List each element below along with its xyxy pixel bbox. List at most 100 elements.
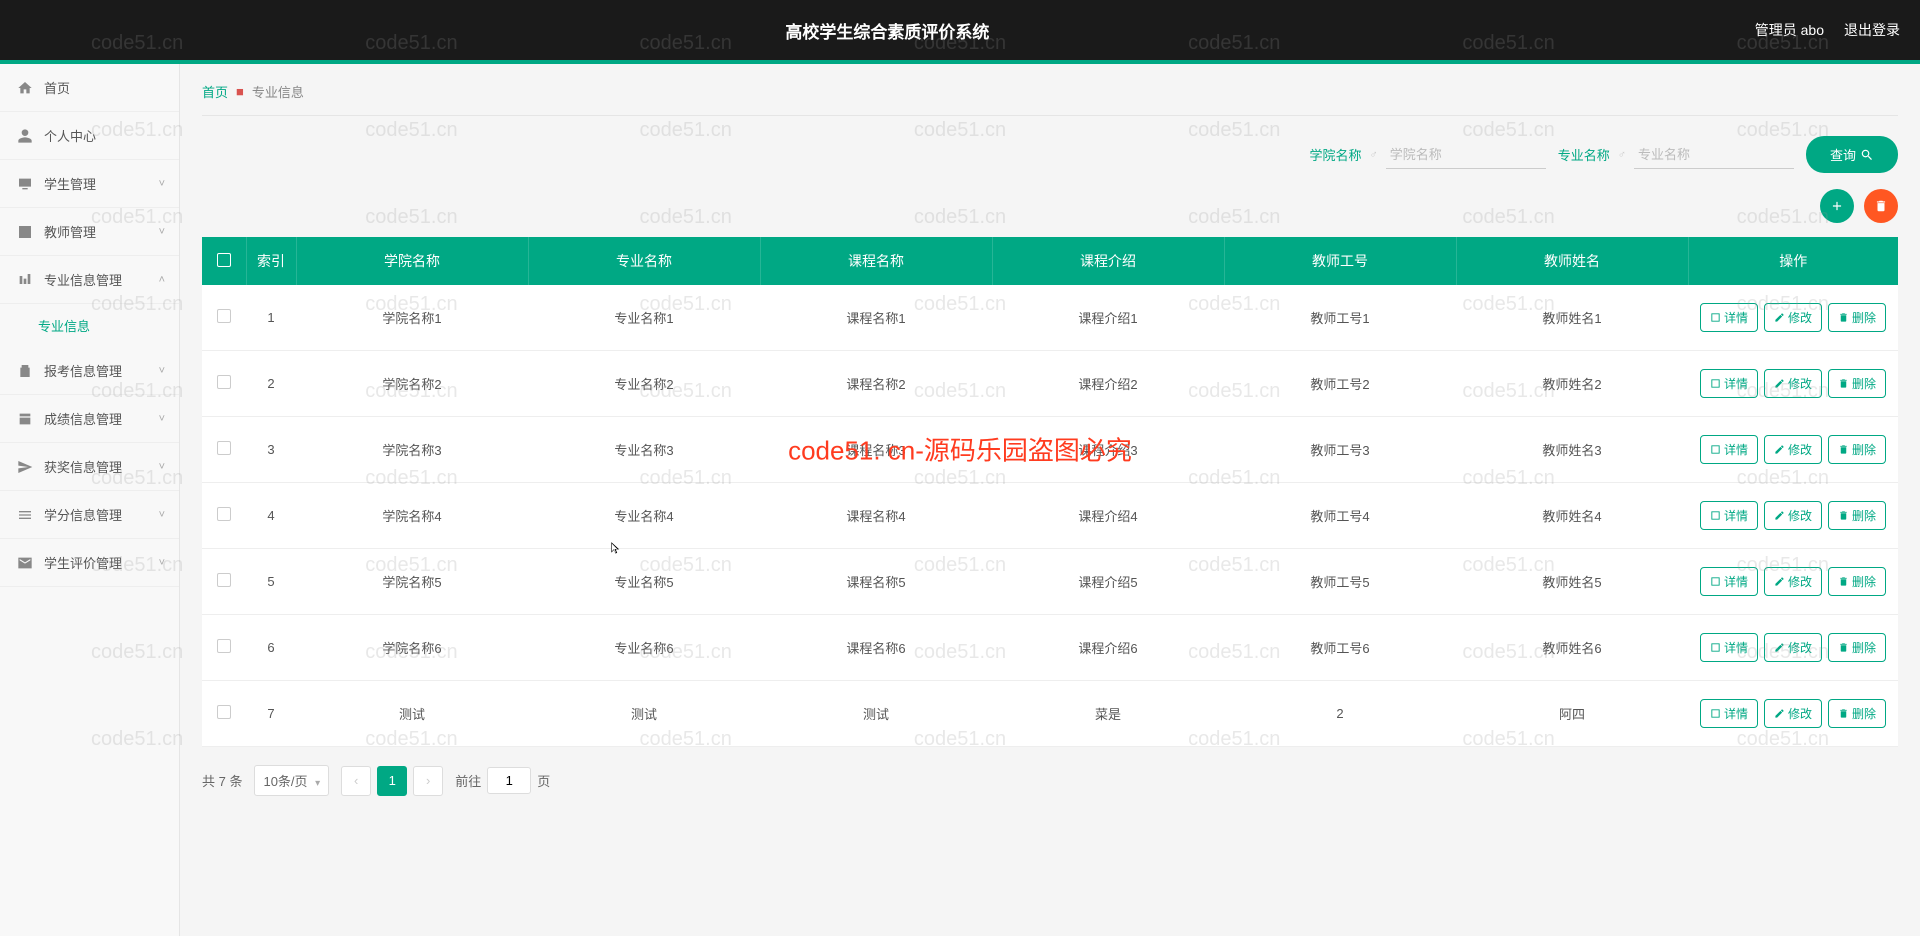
edit-button[interactable]: 修改 [1764,303,1822,332]
filter-college-label: 学院名称 [1309,145,1361,164]
cell-major: 专业名称3 [528,417,760,483]
chevron-down-icon: ˅ [159,461,165,473]
sidebar-item-5[interactable]: 报考信息管理˅ [0,347,179,395]
cell-teacher-name: 教师姓名3 [1456,417,1688,483]
page-number-button[interactable]: 1 [377,766,407,796]
add-button[interactable] [1820,189,1854,223]
edit-button[interactable]: 修改 [1764,567,1822,596]
edit-button[interactable]: 修改 [1764,501,1822,530]
trash-icon [1838,708,1849,719]
table-row: 7 测试 测试 测试 菜是 2 阿四 详情 修改 删除 [202,681,1898,747]
breadcrumb-home[interactable]: 首页 [202,82,228,101]
delete-button[interactable]: 删除 [1828,699,1886,728]
sidebar-item-4[interactable]: 专业信息管理 ˄ [0,256,179,304]
edit-icon [1774,510,1785,521]
trash-icon [1838,510,1849,521]
edit-icon [1774,708,1785,719]
chevron-down-icon: ▾ [315,778,320,789]
cell-college: 学院名称3 [296,417,528,483]
cell-course: 课程名称1 [760,285,992,351]
filter-college-input[interactable] [1386,141,1546,169]
page-goto-suffix: 页 [537,771,550,790]
table-header: 索引 [246,237,296,285]
sidebar-item-label: 获奖信息管理 [44,457,122,476]
delete-button[interactable]: 删除 [1828,435,1886,464]
search-icon [1860,148,1874,162]
page-goto-input[interactable] [487,767,531,794]
pagination: 共 7 条 10条/页 ▾ ‹ 1 › 前往 页 [202,765,1898,796]
sidebar-item-1[interactable]: 个人中心 [0,112,179,160]
sidebar-item-2[interactable]: 学生管理 ˅ [0,160,179,208]
delete-button[interactable]: 删除 [1828,501,1886,530]
sidebar-item-7[interactable]: 获奖信息管理 ˅ [0,443,179,491]
page-next-button[interactable]: › [413,766,443,796]
home-icon [16,79,34,97]
table-header: 学院名称 [296,237,528,285]
row-checkbox[interactable] [217,309,231,323]
trash-icon [1838,576,1849,587]
cell-teacher-id: 教师工号6 [1224,615,1456,681]
delete-button[interactable]: 删除 [1828,303,1886,332]
chevron-down-icon: ˅ [159,226,165,238]
cell-major: 测试 [528,681,760,747]
sidebar-item-8[interactable]: 学分信息管理˅ [0,491,179,539]
edit-button[interactable]: 修改 [1764,369,1822,398]
clipboard-icon [16,362,34,380]
delete-button[interactable]: 删除 [1828,369,1886,398]
search-button[interactable]: 查询 [1806,136,1898,173]
chevron-up-icon: ˄ [159,274,165,286]
edit-button[interactable]: 修改 [1764,633,1822,662]
data-table: 索引学院名称专业名称课程名称课程介绍教师工号教师姓名操作 1 学院名称1 专业名… [202,237,1898,747]
sidebar-item-6[interactable]: 成绩信息管理˅ [0,395,179,443]
detail-button[interactable]: 详情 [1700,699,1758,728]
cell-intro: 课程介绍6 [992,615,1224,681]
detail-icon [1710,576,1721,587]
send-icon [16,458,34,476]
row-checkbox[interactable] [217,441,231,455]
detail-button[interactable]: 详情 [1700,303,1758,332]
delete-batch-button[interactable] [1864,189,1898,223]
row-checkbox[interactable] [217,375,231,389]
sidebar-item-label: 专业信息管理 [44,270,122,289]
cell-teacher-id: 教师工号4 [1224,483,1456,549]
detail-button[interactable]: 详情 [1700,435,1758,464]
page-prev-button[interactable]: ‹ [341,766,371,796]
cell-index: 4 [246,483,296,549]
delete-button[interactable]: 删除 [1828,567,1886,596]
row-checkbox[interactable] [217,705,231,719]
chevron-down-icon: ˅ [159,413,165,425]
cell-major: 专业名称5 [528,549,760,615]
cell-index: 1 [246,285,296,351]
row-checkbox[interactable] [217,639,231,653]
page-size-select[interactable]: 10条/页 ▾ [254,765,329,796]
select-all-checkbox[interactable] [217,253,231,267]
logout-link[interactable]: 退出登录 [1844,20,1900,40]
detail-button[interactable]: 详情 [1700,567,1758,596]
detail-button[interactable]: 详情 [1700,501,1758,530]
sidebar-item-9[interactable]: 学生评价管理˅ [0,539,179,587]
edit-icon [1774,444,1785,455]
edit-button[interactable]: 修改 [1764,435,1822,464]
plus-icon [1830,199,1844,213]
chevron-down-icon: ˅ [159,178,165,190]
edit-button[interactable]: 修改 [1764,699,1822,728]
breadcrumb: 首页 ■ 专业信息 [202,82,1898,116]
detail-button[interactable]: 详情 [1700,633,1758,662]
user-label[interactable]: 管理员 abo [1755,20,1824,40]
cell-college: 测试 [296,681,528,747]
cell-course: 测试 [760,681,992,747]
main-content: 首页 ■ 专业信息 学院名称 ♂ 专业名称 ♂ 查询 [180,64,1920,936]
delete-button[interactable]: 删除 [1828,633,1886,662]
row-checkbox[interactable] [217,573,231,587]
row-checkbox[interactable] [217,507,231,521]
bars-icon [16,271,34,289]
filter-major-input[interactable] [1634,141,1794,169]
table-header [202,237,246,285]
sidebar-item-0[interactable]: 首页 [0,64,179,112]
sidebar-item-3[interactable]: 教师管理˅ [0,208,179,256]
monitor-icon [16,175,34,193]
sidebar-sub-item[interactable]: 专业信息 [0,304,179,347]
detail-icon [1710,708,1721,719]
sidebar-item-label: 学生管理 [44,174,96,193]
detail-button[interactable]: 详情 [1700,369,1758,398]
